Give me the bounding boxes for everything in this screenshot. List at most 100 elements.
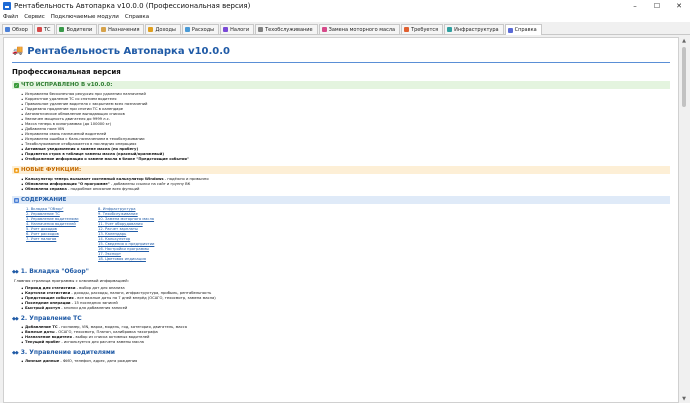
tab-label: Налоги [230,26,250,33]
tab-2[interactable]: Водители [56,24,98,34]
fixed-heading: ✓ ЧТО ИСПРАВЛЕНО В v10.0.0: [12,81,670,89]
item-label: Важные даты [25,330,55,334]
new-heading-text: НОВЫЕ ФУНКЦИИ: [21,167,82,173]
toc-heading-text: СОДЕРЖАНИЕ [21,197,67,203]
new-list: Калькулятор теперь вызывает системный ка… [12,177,670,192]
scroll-up-icon[interactable]: ▲ [680,37,688,45]
section-2-list: Добавление ТС - госномер, VIN, марка, мо… [12,325,670,345]
section-1-intro: Главная страница программы с ключевой ин… [14,278,129,283]
fixed-list: Исправлена бесконечная рекурсия при удал… [12,92,670,162]
doc-subtitle: Профессиональная версия [12,68,121,76]
doc-title: 🚚 Рентабельность Автопарка v10.0.0 [12,44,670,58]
list-item: Личные данные - ФИО, телефон, адрес, дат… [21,359,670,364]
section-1-list: Период для статистики - выбор дат для ан… [12,286,670,311]
item-label: Калькулятор теперь вызывает системный ка… [25,177,164,181]
menu-plugins[interactable]: Подключаемые модули [51,14,119,20]
list-item: Быстрый доступ - кнопки для добавления з… [21,306,670,311]
tab-3[interactable]: Назначения [98,24,145,34]
tab-label: Расходы [191,26,215,33]
tab-9[interactable]: Требуется [401,24,444,34]
item-label: Обновлена справка [25,187,67,191]
tab-icon [5,27,10,32]
item-note: - кнопки для добавления записей [60,306,128,310]
item-note: - 15 последних записей [70,301,118,305]
item-note: - подробное описание всех функций [66,187,140,191]
minimize-button[interactable]: – [624,0,646,12]
tab-1[interactable]: ТС [33,24,56,34]
tab-7[interactable]: Техобслуживание [255,24,318,34]
item-note: - ОСАГО, техосмотр, Платон, калибровка т… [54,330,158,334]
maximize-button[interactable]: ☐ [646,0,668,12]
diamond-icon: ◆◆ [12,268,19,275]
item-note: - госномер, VIN, марка, модель, год, кат… [57,325,187,329]
close-button[interactable]: ✕ [668,0,690,12]
list-item: Обновлена справка - подробное описание в… [21,187,670,192]
tab-label: Назначения [108,26,140,33]
item-note: - доходы, расходы, налоги, инфраструктур… [70,291,212,295]
tab-icon [507,27,513,33]
tab-11[interactable]: Справка [504,24,542,35]
title-bar: Рентабельность Автопарка v10.0.0 (Профес… [0,0,690,12]
section-1-heading: ◆◆ 1. Вкладка "Обзор" [12,268,670,275]
menu-service[interactable]: Сервис [24,14,45,20]
menu-help[interactable]: Справка [125,14,149,20]
scroll-down-icon[interactable]: ▼ [680,395,688,403]
toc-link[interactable]: 18. Цветовая индикация [98,257,170,262]
fixed-heading-text: ЧТО ИСПРАВЛЕНО В v10.0.0: [21,82,113,88]
item-label: Быстрый доступ [25,306,61,310]
doc-title-text: Рентабельность Автопарка v10.0.0 [27,45,231,57]
item-label: Предстоящие события [25,296,74,300]
tab-icon [148,27,154,32]
tab-4[interactable]: Доходы [145,24,181,34]
tab-icon [321,27,327,32]
tab-label: Замена моторного масла [328,26,396,33]
tab-6[interactable]: Налоги [220,24,255,34]
tab-label: Инфраструктура [454,26,499,33]
tab-strip: Обзор ТС Водители Назначения Доходы Расходы На… [0,23,690,35]
section-2-heading: ◆◆ 2. Управление ТС [12,315,670,322]
menu-bar: Файл Сервис Подключаемые модули Справка [0,12,690,22]
item-note: - используется для расчета замены масла [60,340,144,344]
item-label: Обновлена информация "О программе" [25,182,110,186]
tab-5[interactable]: Расходы [181,24,220,34]
title-divider [12,62,670,63]
toc-column-2: 8. Инфраструктура 9. Техобслуживание 10. З… [98,207,170,262]
check-icon: ✓ [14,82,19,88]
tab-8[interactable]: Замена моторного масла [318,24,401,34]
scroll-thumb[interactable] [682,47,686,107]
item-label: Назначение водителя [25,335,72,339]
list-item: Текущий пробег - используется для расчет… [21,340,670,345]
tab-icon [184,27,190,32]
contents-icon: ≡ [14,197,19,203]
tab-label: Требуется [411,26,439,33]
toc-column-1: 1. Вкладка "Обзор" 2. Управление ТС 3. Упр… [26,207,98,262]
section-3-heading: ◆◆ 3. Управление водителями [12,349,670,356]
tab-icon [258,27,264,32]
tab-0[interactable]: Обзор [2,24,33,34]
section-3-list: Личные данные - ФИО, телефон, адрес, дат… [12,359,670,364]
tab-label: Справка [514,27,537,33]
toc-heading: ≡ СОДЕРЖАНИЕ [12,196,670,204]
section-1-heading-text: 1. Вкладка "Обзор" [20,268,89,275]
diamond-icon: ◆◆ [12,349,19,356]
tab-icon [447,27,453,32]
item-label: Карточки статистики [25,291,71,295]
tab-icon [101,27,107,32]
tab-10[interactable]: Инфраструктура [444,24,504,34]
item-label: Последние операции [25,301,71,305]
tab-label: ТС [43,26,51,33]
new-icon: ★ [14,167,19,173]
menu-file[interactable]: Файл [3,14,18,20]
toc-link[interactable]: 7. Учет налогов [26,237,98,242]
item-note: - выбор дат для анализа [75,286,125,290]
tab-label: Обзор [12,26,28,33]
section-2-heading-text: 2. Управление ТС [20,315,82,322]
tab-label: Техобслуживание [265,26,313,33]
item-note: - добавлены ссылки на сайт и группу ВК [109,182,191,186]
item-label: Добавление ТС [25,325,58,329]
help-content: 🚚 Рентабельность Автопарка v10.0.0 Профе… [3,37,679,403]
diamond-icon: ◆◆ [12,315,19,322]
app-icon [3,2,11,10]
vertical-scrollbar[interactable]: ▲ ▼ [680,37,688,403]
tab-icon [223,27,229,32]
